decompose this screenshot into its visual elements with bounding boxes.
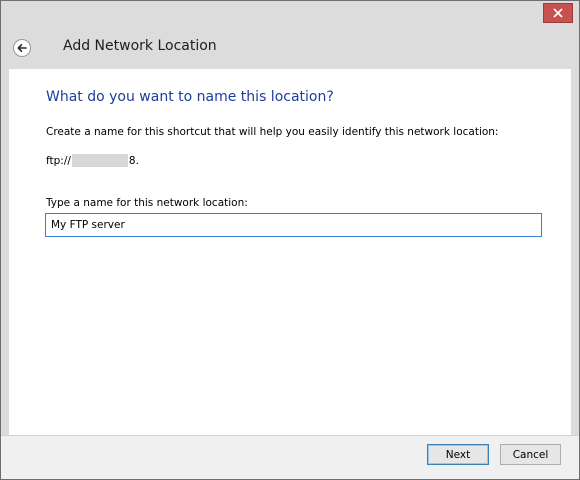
close-icon: [553, 8, 563, 18]
wizard-page: What do you want to name this location? …: [9, 69, 571, 435]
page-heading: What do you want to name this location?: [46, 89, 334, 105]
next-button[interactable]: Next: [427, 444, 489, 465]
button-bar: Next Cancel: [1, 435, 579, 479]
address-prefix: ftp://: [46, 154, 71, 167]
close-button[interactable]: [543, 3, 573, 23]
redacted-address-block: [71, 154, 128, 167]
cancel-button[interactable]: Cancel: [500, 444, 561, 465]
address-suffix: 8.: [128, 154, 139, 167]
location-name-input[interactable]: [45, 213, 542, 237]
window-title: Add Network Location: [63, 38, 217, 54]
page-description: Create a name for this shortcut that wil…: [46, 126, 499, 138]
back-button[interactable]: [13, 39, 31, 57]
back-arrow-icon: [17, 44, 27, 52]
add-network-location-dialog: Add Network Location What do you want to…: [0, 0, 580, 480]
network-address: ftp:// 8.: [46, 154, 139, 167]
name-field-label: Type a name for this network location:: [46, 197, 248, 209]
